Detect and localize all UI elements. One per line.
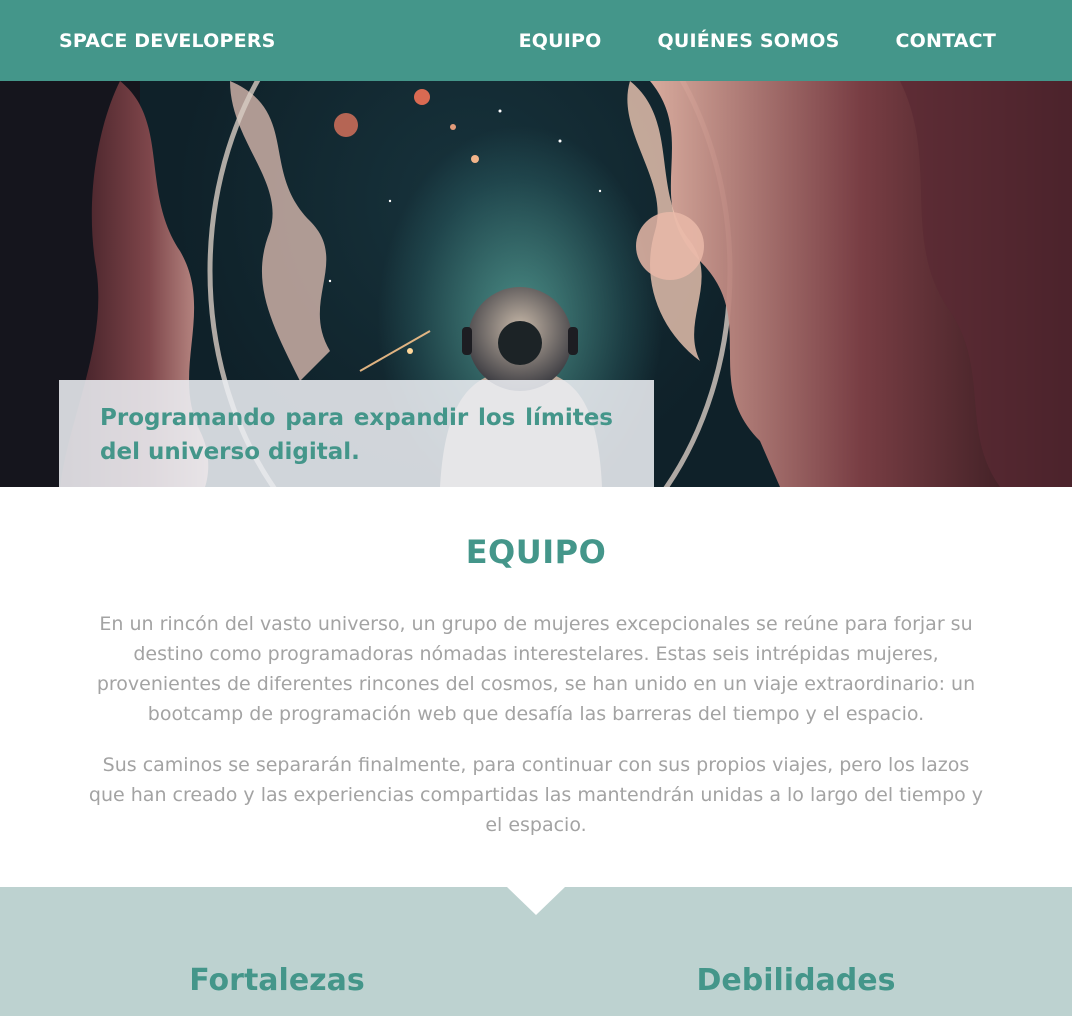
equipo-heading: EQUIPO [465, 533, 607, 571]
hero-tagline-box: Programando para expandir los límites de… [59, 380, 654, 487]
qualities-section: Fortalezas Debilidades [0, 887, 1072, 1016]
hero-banner: Programando para expandir los límites de… [0, 81, 1072, 487]
equipo-paragraph: En un rincón del vasto universo, un grup… [96, 613, 976, 725]
hero-tagline: Programando para expandir los límites de… [100, 405, 613, 465]
main-nav: EQUIPO QUIÉNES SOMOS CONTACT [519, 30, 996, 52]
nav-link-contact[interactable]: CONTACT [896, 30, 997, 52]
equipo-section: EQUIPO En un rincón del vasto universo, … [0, 487, 1072, 887]
nav-link-equipo[interactable]: EQUIPO [519, 30, 602, 52]
nav-link-quienes-somos[interactable]: QUIÉNES SOMOS [658, 30, 840, 52]
equipo-paragraph: Sus caminos se separarán finalmente, par… [88, 754, 984, 836]
debilidades-heading: Debilidades [696, 963, 896, 998]
fortalezas-heading: Fortalezas [189, 963, 365, 998]
section-notch-arrow [507, 887, 565, 915]
brand-logo-link[interactable]: SPACE DEVELOPERS [59, 30, 276, 52]
top-navbar: SPACE DEVELOPERS EQUIPO QUIÉNES SOMOS CO… [0, 0, 1072, 81]
